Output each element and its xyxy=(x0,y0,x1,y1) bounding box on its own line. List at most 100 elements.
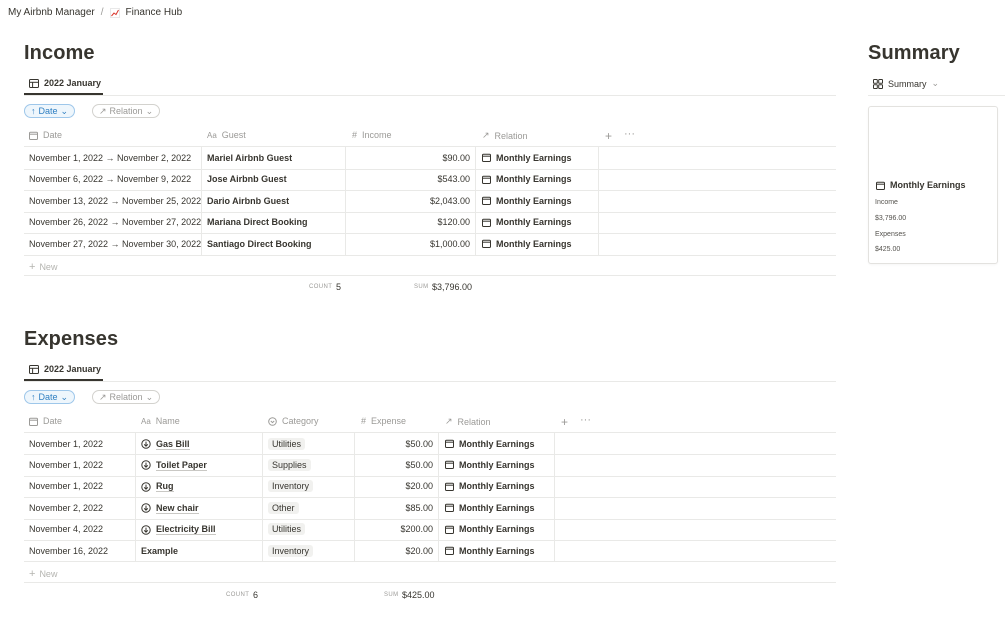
number-property-icon: # xyxy=(352,130,358,140)
income-date-cell[interactable]: November 26, 2022 → November 27, 2022 xyxy=(29,217,201,227)
expense-amount-cell[interactable]: $20.00 xyxy=(356,546,433,556)
expenses-col-category[interactable]: Category xyxy=(268,416,319,426)
expense-category-cell[interactable]: Utilities xyxy=(268,437,306,450)
income-guest-cell[interactable]: Jose Airbnb Guest xyxy=(207,174,287,184)
expense-date-cell[interactable]: November 1, 2022 xyxy=(29,439,103,449)
expense-category-cell[interactable]: Supplies xyxy=(268,458,311,471)
arrow-up-icon: ↑ xyxy=(31,392,36,402)
relation-link[interactable]: Monthly Earnings xyxy=(459,460,535,470)
income-relation-cell[interactable]: Monthly Earnings xyxy=(482,153,572,163)
expense-name-cell[interactable]: Example xyxy=(141,546,178,556)
column-divider xyxy=(598,147,599,255)
income-new-row-button[interactable]: + New xyxy=(29,261,57,273)
income-tab-divider xyxy=(24,95,836,96)
expenses-new-row-button[interactable]: + New xyxy=(29,568,57,580)
monthly-earnings-card[interactable]: Monthly Earnings Income $3,796.00 Expens… xyxy=(868,106,998,264)
income-guest-cell[interactable]: Mariel Airbnb Guest xyxy=(207,153,292,163)
income-relation-cell[interactable]: Monthly Earnings xyxy=(482,196,572,206)
category-tag: Utilities xyxy=(268,523,306,536)
relation-link[interactable]: Monthly Earnings xyxy=(496,174,572,184)
income-guest-cell[interactable]: Santiago Direct Booking xyxy=(207,239,312,249)
income-col-date[interactable]: Date xyxy=(29,130,62,140)
expense-date-cell[interactable]: November 16, 2022 xyxy=(29,546,108,556)
income-date-cell[interactable]: November 13, 2022 → November 25, 2022 xyxy=(29,196,201,206)
breadcrumb-page[interactable]: Finance Hub xyxy=(126,7,183,18)
income-col-guest[interactable]: Aa Guest xyxy=(207,130,246,140)
expenses-date-sort-chip[interactable]: ↑ Date ⌄ xyxy=(24,390,76,404)
expense-amount-cell[interactable]: $50.00 xyxy=(356,460,433,470)
expense-name-cell[interactable]: Toilet Paper xyxy=(141,460,207,471)
income-col-relation[interactable]: ↗ Relation xyxy=(482,130,528,141)
expense-date-cell[interactable]: November 4, 2022 xyxy=(29,524,103,534)
expense-relation-cell[interactable]: Monthly Earnings xyxy=(445,503,535,513)
summary-title: Summary xyxy=(868,42,960,64)
more-options-icon[interactable]: ··· xyxy=(624,128,635,140)
expense-amount-cell[interactable]: $20.00 xyxy=(356,481,433,491)
expense-relation-cell[interactable]: Monthly Earnings xyxy=(445,439,535,449)
income-date-cell[interactable]: November 1, 2022 → November 2, 2022 xyxy=(29,153,191,163)
relation-link[interactable]: Monthly Earnings xyxy=(496,196,572,206)
income-amount-cell[interactable]: $2,043.00 xyxy=(347,196,470,206)
row-divider xyxy=(24,190,836,191)
income-relation-filter-chip[interactable]: ↗ Relation ⌄ xyxy=(92,104,161,118)
income-col-income[interactable]: # Income xyxy=(352,130,392,140)
relation-link[interactable]: Monthly Earnings xyxy=(459,524,535,534)
add-property-icon[interactable]: + xyxy=(561,415,568,429)
expense-relation-cell[interactable]: Monthly Earnings xyxy=(445,460,535,470)
text-property-icon: Aa xyxy=(207,130,217,140)
row-divider xyxy=(24,254,836,256)
income-guest-cell[interactable]: Dario Airbnb Guest xyxy=(207,196,289,206)
expense-category-cell[interactable]: Inventory xyxy=(268,480,314,493)
expense-category-cell[interactable]: Other xyxy=(268,501,299,514)
expense-category-cell[interactable]: Inventory xyxy=(268,544,314,557)
relation-link[interactable]: Monthly Earnings xyxy=(459,546,535,556)
breadcrumb-separator: / xyxy=(100,7,104,18)
income-amount-cell[interactable]: $543.00 xyxy=(347,174,470,184)
expense-name-cell[interactable]: Gas Bill xyxy=(141,439,190,450)
expense-name-cell[interactable]: Rug xyxy=(141,481,174,493)
breadcrumb-workspace[interactable]: My Airbnb Manager xyxy=(8,7,95,18)
summary-view-tab[interactable]: Summary ⌄ xyxy=(873,78,939,95)
expense-date-cell[interactable]: November 1, 2022 xyxy=(29,460,103,470)
expenses-col-date[interactable]: Date xyxy=(29,416,62,426)
expense-date-cell[interactable]: November 1, 2022 xyxy=(29,481,103,491)
expense-name-cell[interactable]: Electricity Bill xyxy=(141,524,216,536)
income-relation-cell[interactable]: Monthly Earnings xyxy=(482,239,572,249)
expenses-col-relation[interactable]: ↗ Relation xyxy=(445,416,491,427)
expense-relation-cell[interactable]: Monthly Earnings xyxy=(445,524,535,534)
expense-amount-cell[interactable]: $50.00 xyxy=(356,439,433,449)
expenses-col-expense[interactable]: # Expense xyxy=(361,416,406,426)
expenses-count-value: 6 xyxy=(253,590,259,600)
relation-link[interactable]: Monthly Earnings xyxy=(496,239,572,249)
income-relation-cell[interactable]: Monthly Earnings xyxy=(482,174,572,184)
expense-relation-cell[interactable]: Monthly Earnings xyxy=(445,481,535,491)
income-relation-cell[interactable]: Monthly Earnings xyxy=(482,217,572,227)
relation-link[interactable]: Monthly Earnings xyxy=(459,439,535,449)
relation-link[interactable]: Monthly Earnings xyxy=(459,481,535,491)
expenses-view-tab[interactable]: 2022 January xyxy=(29,364,101,380)
relation-link[interactable]: Monthly Earnings xyxy=(496,217,572,227)
expense-relation-cell[interactable]: Monthly Earnings xyxy=(445,546,535,556)
relation-link[interactable]: Monthly Earnings xyxy=(459,503,535,513)
expenses-sum-label: SUM xyxy=(384,592,399,598)
expenses-relation-filter-chip[interactable]: ↗ Relation ⌄ xyxy=(92,390,161,404)
add-property-icon[interactable]: + xyxy=(605,129,612,143)
expense-category-cell[interactable]: Utilities xyxy=(268,523,306,536)
income-amount-cell[interactable]: $90.00 xyxy=(347,153,470,163)
income-guest-cell[interactable]: Mariana Direct Booking xyxy=(207,217,308,227)
income-view-tab[interactable]: 2022 January xyxy=(29,78,101,94)
expense-amount-cell[interactable]: $85.00 xyxy=(356,503,433,513)
expense-amount-cell[interactable]: $200.00 xyxy=(356,524,433,534)
income-date-sort-chip[interactable]: ↑ Date ⌄ xyxy=(24,104,76,118)
relation-link[interactable]: Monthly Earnings xyxy=(496,153,572,163)
income-date-cell[interactable]: November 27, 2022 → November 30, 2022 xyxy=(29,239,201,249)
income-amount-cell[interactable]: $1,000.00 xyxy=(347,239,470,249)
expense-name-cell[interactable]: New chair xyxy=(141,503,199,514)
expense-date-cell[interactable]: November 2, 2022 xyxy=(29,503,103,513)
income-amount-cell[interactable]: $120.00 xyxy=(347,217,470,227)
income-date-cell[interactable]: November 6, 2022 → November 9, 2022 xyxy=(29,174,191,184)
more-options-icon[interactable]: ··· xyxy=(580,414,591,426)
expense-name: Electricity Bill xyxy=(156,524,216,536)
expenses-col-name[interactable]: Aa Name xyxy=(141,416,180,426)
income-new-label: New xyxy=(39,262,58,272)
